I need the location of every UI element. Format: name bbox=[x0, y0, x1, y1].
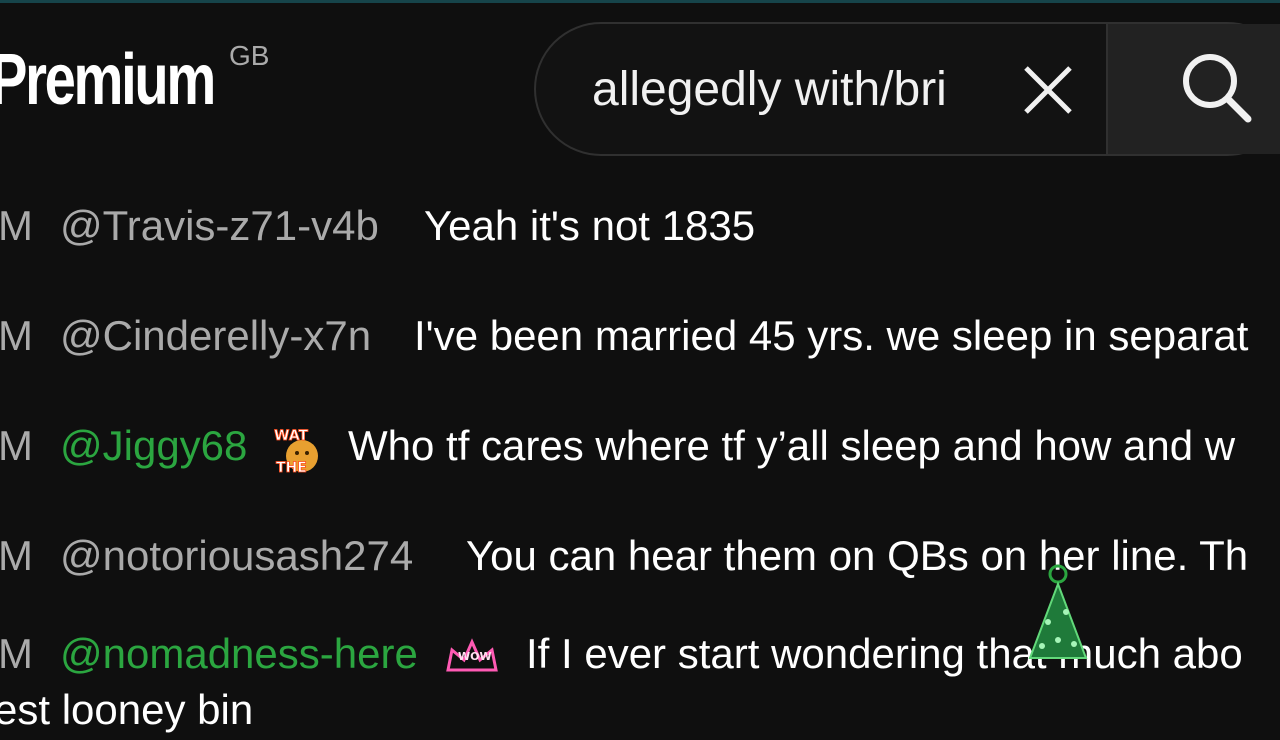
message-author[interactable]: @Cinderelly-x7n bbox=[60, 306, 371, 366]
message-author[interactable]: @Jiggy68 bbox=[60, 416, 247, 476]
member-badge-icon: WAT THE bbox=[274, 428, 318, 476]
message-timestamp: M bbox=[0, 630, 33, 677]
message-timestamp: M bbox=[0, 422, 33, 469]
message-text: Yeah it's not 1835 bbox=[424, 202, 756, 249]
message-text: I've been married 45 yrs. we sleep in se… bbox=[414, 312, 1249, 359]
message-timestamp: M bbox=[0, 202, 33, 249]
message-text: You can hear them on QBs on her line. Th bbox=[466, 532, 1249, 579]
message-author[interactable]: @notoriousash274 bbox=[60, 526, 413, 586]
message-text: Who tf cares where tf y’all sleep and ho… bbox=[348, 422, 1236, 469]
message-author[interactable]: @nomadness-here bbox=[60, 624, 418, 684]
message-timestamp: M bbox=[0, 532, 33, 579]
message-author[interactable]: @Travis-z71-v4b bbox=[60, 196, 379, 256]
christmas-tree-icon bbox=[1028, 564, 1088, 659]
svg-text:WAT: WAT bbox=[274, 428, 309, 444]
message-text: If I ever start wondering that much abo bbox=[526, 630, 1243, 677]
message-text-continued: est looney bin bbox=[0, 686, 254, 733]
message-timestamp: M bbox=[0, 312, 33, 359]
svg-text:THE: THE bbox=[276, 460, 307, 476]
member-badge-icon: WOW bbox=[446, 638, 498, 672]
svg-text:WOW: WOW bbox=[458, 650, 492, 663]
